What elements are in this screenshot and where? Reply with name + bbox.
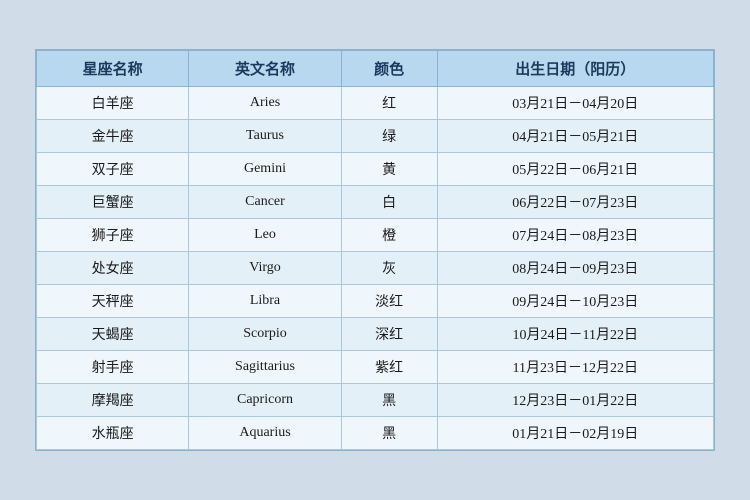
table-cell: 黑 xyxy=(341,384,437,417)
table-cell: 05月22日－06月21日 xyxy=(437,153,713,186)
table-row: 白羊座Aries红03月21日－04月20日 xyxy=(37,87,714,120)
table-header-cell: 星座名称 xyxy=(37,51,189,87)
table-cell: 灰 xyxy=(341,252,437,285)
zodiac-table: 星座名称英文名称颜色出生日期（阳历） 白羊座Aries红03月21日－04月20… xyxy=(36,50,714,450)
table-cell: 天蝎座 xyxy=(37,318,189,351)
table-cell: 04月21日－05月21日 xyxy=(437,120,713,153)
table-cell: Taurus xyxy=(189,120,341,153)
table-cell: 白 xyxy=(341,186,437,219)
table-cell: 绿 xyxy=(341,120,437,153)
table-header-cell: 出生日期（阳历） xyxy=(437,51,713,87)
table-cell: 巨蟹座 xyxy=(37,186,189,219)
table-cell: Aries xyxy=(189,87,341,120)
table-cell: 深红 xyxy=(341,318,437,351)
table-cell: 淡红 xyxy=(341,285,437,318)
table-cell: 白羊座 xyxy=(37,87,189,120)
table-cell: Virgo xyxy=(189,252,341,285)
table-row: 处女座Virgo灰08月24日－09月23日 xyxy=(37,252,714,285)
table-cell: Scorpio xyxy=(189,318,341,351)
table-cell: 黄 xyxy=(341,153,437,186)
table-cell: 射手座 xyxy=(37,351,189,384)
table-cell: 处女座 xyxy=(37,252,189,285)
table-cell: 03月21日－04月20日 xyxy=(437,87,713,120)
table-row: 金牛座Taurus绿04月21日－05月21日 xyxy=(37,120,714,153)
zodiac-table-container: 星座名称英文名称颜色出生日期（阳历） 白羊座Aries红03月21日－04月20… xyxy=(35,49,715,451)
table-row: 摩羯座Capricorn黑12月23日－01月22日 xyxy=(37,384,714,417)
table-row: 狮子座Leo橙07月24日－08月23日 xyxy=(37,219,714,252)
table-header-cell: 英文名称 xyxy=(189,51,341,87)
table-cell: Aquarius xyxy=(189,417,341,450)
table-cell: 橙 xyxy=(341,219,437,252)
table-cell: 水瓶座 xyxy=(37,417,189,450)
table-row: 双子座Gemini黄05月22日－06月21日 xyxy=(37,153,714,186)
table-cell: 紫红 xyxy=(341,351,437,384)
table-cell: Sagittarius xyxy=(189,351,341,384)
table-cell: Capricorn xyxy=(189,384,341,417)
table-row: 水瓶座Aquarius黑01月21日－02月19日 xyxy=(37,417,714,450)
table-cell: 12月23日－01月22日 xyxy=(437,384,713,417)
table-cell: 黑 xyxy=(341,417,437,450)
table-row: 射手座Sagittarius紫红11月23日－12月22日 xyxy=(37,351,714,384)
table-cell: Leo xyxy=(189,219,341,252)
table-cell: 红 xyxy=(341,87,437,120)
table-cell: 07月24日－08月23日 xyxy=(437,219,713,252)
table-cell: Cancer xyxy=(189,186,341,219)
table-cell: 10月24日－11月22日 xyxy=(437,318,713,351)
table-cell: 双子座 xyxy=(37,153,189,186)
table-row: 巨蟹座Cancer白06月22日－07月23日 xyxy=(37,186,714,219)
table-cell: 08月24日－09月23日 xyxy=(437,252,713,285)
table-cell: 金牛座 xyxy=(37,120,189,153)
table-cell: 09月24日－10月23日 xyxy=(437,285,713,318)
table-cell: 01月21日－02月19日 xyxy=(437,417,713,450)
table-cell: 摩羯座 xyxy=(37,384,189,417)
table-cell: 狮子座 xyxy=(37,219,189,252)
table-row: 天秤座Libra淡红09月24日－10月23日 xyxy=(37,285,714,318)
table-cell: 天秤座 xyxy=(37,285,189,318)
table-row: 天蝎座Scorpio深红10月24日－11月22日 xyxy=(37,318,714,351)
table-cell: 11月23日－12月22日 xyxy=(437,351,713,384)
table-header-cell: 颜色 xyxy=(341,51,437,87)
table-cell: Gemini xyxy=(189,153,341,186)
table-header-row: 星座名称英文名称颜色出生日期（阳历） xyxy=(37,51,714,87)
table-cell: Libra xyxy=(189,285,341,318)
table-cell: 06月22日－07月23日 xyxy=(437,186,713,219)
